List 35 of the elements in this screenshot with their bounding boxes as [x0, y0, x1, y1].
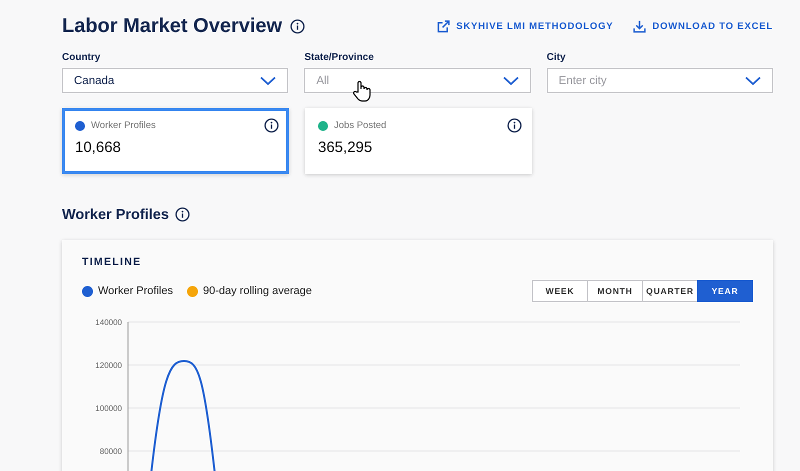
legend-label: Worker Profiles	[98, 285, 173, 297]
metric-label: Jobs Posted	[334, 120, 386, 131]
page-title: Labor Market Overview	[62, 14, 282, 38]
metric-value: 10,668	[75, 139, 122, 156]
metric-label: Worker Profiles	[91, 120, 156, 131]
external-link-icon	[437, 20, 450, 32]
axis-tick-label: 100000	[95, 404, 122, 413]
field-label: City	[546, 52, 567, 65]
hand-cursor-icon	[352, 80, 372, 102]
info-icon[interactable]	[264, 118, 279, 133]
info-icon[interactable]	[174, 207, 190, 222]
field-label: Country	[62, 52, 102, 65]
metric-card[interactable]: Worker Profiles 10,668	[62, 108, 289, 174]
axis-tick-label: 140000	[95, 318, 122, 327]
axis-tick-label: 80000	[100, 447, 122, 456]
header-link[interactable]: DOWNLOAD TO EXCEL	[633, 20, 773, 32]
metric-card[interactable]: Jobs Posted 365,295	[305, 108, 532, 174]
legend-label: 90-day rolling average	[202, 285, 312, 297]
info-icon[interactable]	[507, 118, 522, 133]
header-link[interactable]: SKYHIVE LMI METHODOLOGY	[437, 20, 614, 32]
chevron-down-icon	[744, 76, 761, 86]
period-tab[interactable]: WEEK	[532, 280, 588, 302]
metric-value: 365,295	[318, 139, 374, 156]
period-tab[interactable]: QUARTER	[642, 280, 698, 302]
info-icon[interactable]	[290, 18, 306, 34]
timeline-title: TIMELINE	[82, 256, 142, 268]
dropdown-field[interactable]: Canada	[62, 68, 288, 93]
period-tab[interactable]: MONTH	[587, 280, 643, 302]
field-label: State/Province	[304, 52, 375, 65]
download-icon	[633, 20, 646, 32]
axis-tick-label: 120000	[95, 361, 122, 370]
period-tab[interactable]: YEAR	[697, 280, 753, 302]
chevron-down-icon	[260, 76, 276, 86]
section-title: Worker Profiles	[62, 206, 169, 222]
chevron-down-icon	[502, 76, 519, 86]
